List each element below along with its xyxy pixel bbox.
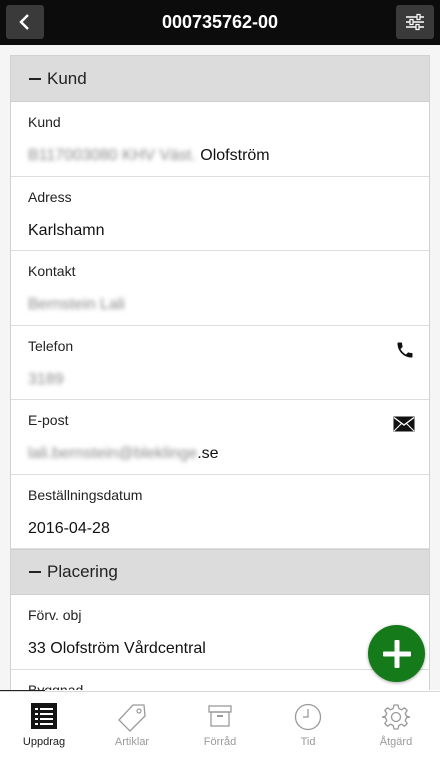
top-bar: 000735762-00	[0, 0, 440, 45]
field-label: Byggnad	[28, 681, 84, 691]
field-label: E-post	[28, 412, 69, 428]
field-telefon[interactable]: Telefon 3189	[11, 326, 429, 400]
tab-label: Åtgärd	[379, 736, 413, 748]
plus-icon	[382, 639, 411, 668]
redacted-text: 3189	[28, 370, 64, 388]
filter-button[interactable]	[396, 5, 434, 39]
tab-label: Förråd	[203, 736, 237, 748]
tab-label: Artiklar	[114, 736, 150, 748]
redacted-text: lali.bernstein@bleklinge	[28, 445, 198, 462]
tab-tid[interactable]: Tid	[264, 692, 352, 760]
tab-uppdrag[interactable]: Uppdrag	[0, 692, 88, 760]
mail-icon[interactable]	[393, 416, 415, 432]
section-title: Placering	[47, 562, 118, 581]
field-value: 33 Olofström Vårdcentral	[28, 640, 206, 657]
collapse-icon	[29, 571, 41, 573]
tag-icon	[118, 704, 146, 732]
field-label: Förv. obj	[28, 607, 82, 623]
tab-forrad[interactable]: Förråd	[176, 692, 264, 760]
tab-label: Uppdrag	[22, 736, 66, 748]
section-header-kund[interactable]: Kund	[11, 56, 429, 102]
section-header-placering[interactable]: Placering	[11, 549, 429, 595]
tab-bar: Uppdrag Artiklar Förråd Tid Åtgärd	[0, 691, 440, 760]
redacted-text: Bernstein Lali	[28, 296, 125, 313]
phone-icon[interactable]	[395, 340, 415, 360]
box-icon	[208, 705, 232, 727]
tab-atgard[interactable]: Åtgärd	[352, 692, 440, 760]
add-button[interactable]	[368, 625, 425, 682]
field-value: Bernstein Lali	[28, 296, 125, 314]
page-title: 000735762-00	[161, 12, 279, 32]
field-bestallningsdatum: Beställningsdatum 2016-04-28	[11, 475, 429, 549]
order-details[interactable]: Kund Kund B117003080 KHV Väst. Olofström…	[0, 45, 440, 690]
clock-icon	[294, 703, 322, 731]
collapse-icon	[29, 77, 41, 80]
field-kund: Kund B117003080 KHV Väst. Olofström	[11, 102, 429, 177]
field-label: Kund	[28, 114, 61, 130]
field-label: Telefon	[28, 337, 74, 354]
field-byggnad: Byggnad	[11, 670, 429, 691]
list-icon	[31, 703, 57, 729]
field-label: Adress	[28, 188, 72, 205]
field-value: 3189	[28, 371, 64, 389]
section-title: Kund	[47, 68, 87, 88]
details-card: Kund Kund B117003080 KHV Väst. Olofström…	[10, 55, 430, 690]
tab-label: Tid	[300, 736, 316, 748]
field-value: Karlshamn	[28, 221, 105, 239]
field-forv-obj: Förv. obj 33 Olofström Vårdcentral	[11, 595, 429, 670]
field-label: Kontakt	[28, 263, 76, 279]
field-value: 2016-04-28	[28, 519, 110, 537]
redacted-text: B117003080 KHV Väst.	[28, 147, 196, 164]
gear-icon	[382, 704, 410, 730]
sliders-icon	[406, 13, 424, 31]
tab-artiklar[interactable]: Artiklar	[88, 692, 176, 760]
field-value: B117003080 KHV Väst. Olofström	[28, 147, 270, 164]
field-value: lali.bernstein@bleklinge.se	[28, 445, 219, 462]
field-adress: Adress Karlshamn	[11, 177, 429, 251]
field-kontakt: Kontakt Bernstein Lali	[11, 251, 429, 326]
field-label: Beställningsdatum	[28, 486, 143, 503]
field-epost[interactable]: E-post lali.bernstein@bleklinge.se	[11, 400, 429, 475]
